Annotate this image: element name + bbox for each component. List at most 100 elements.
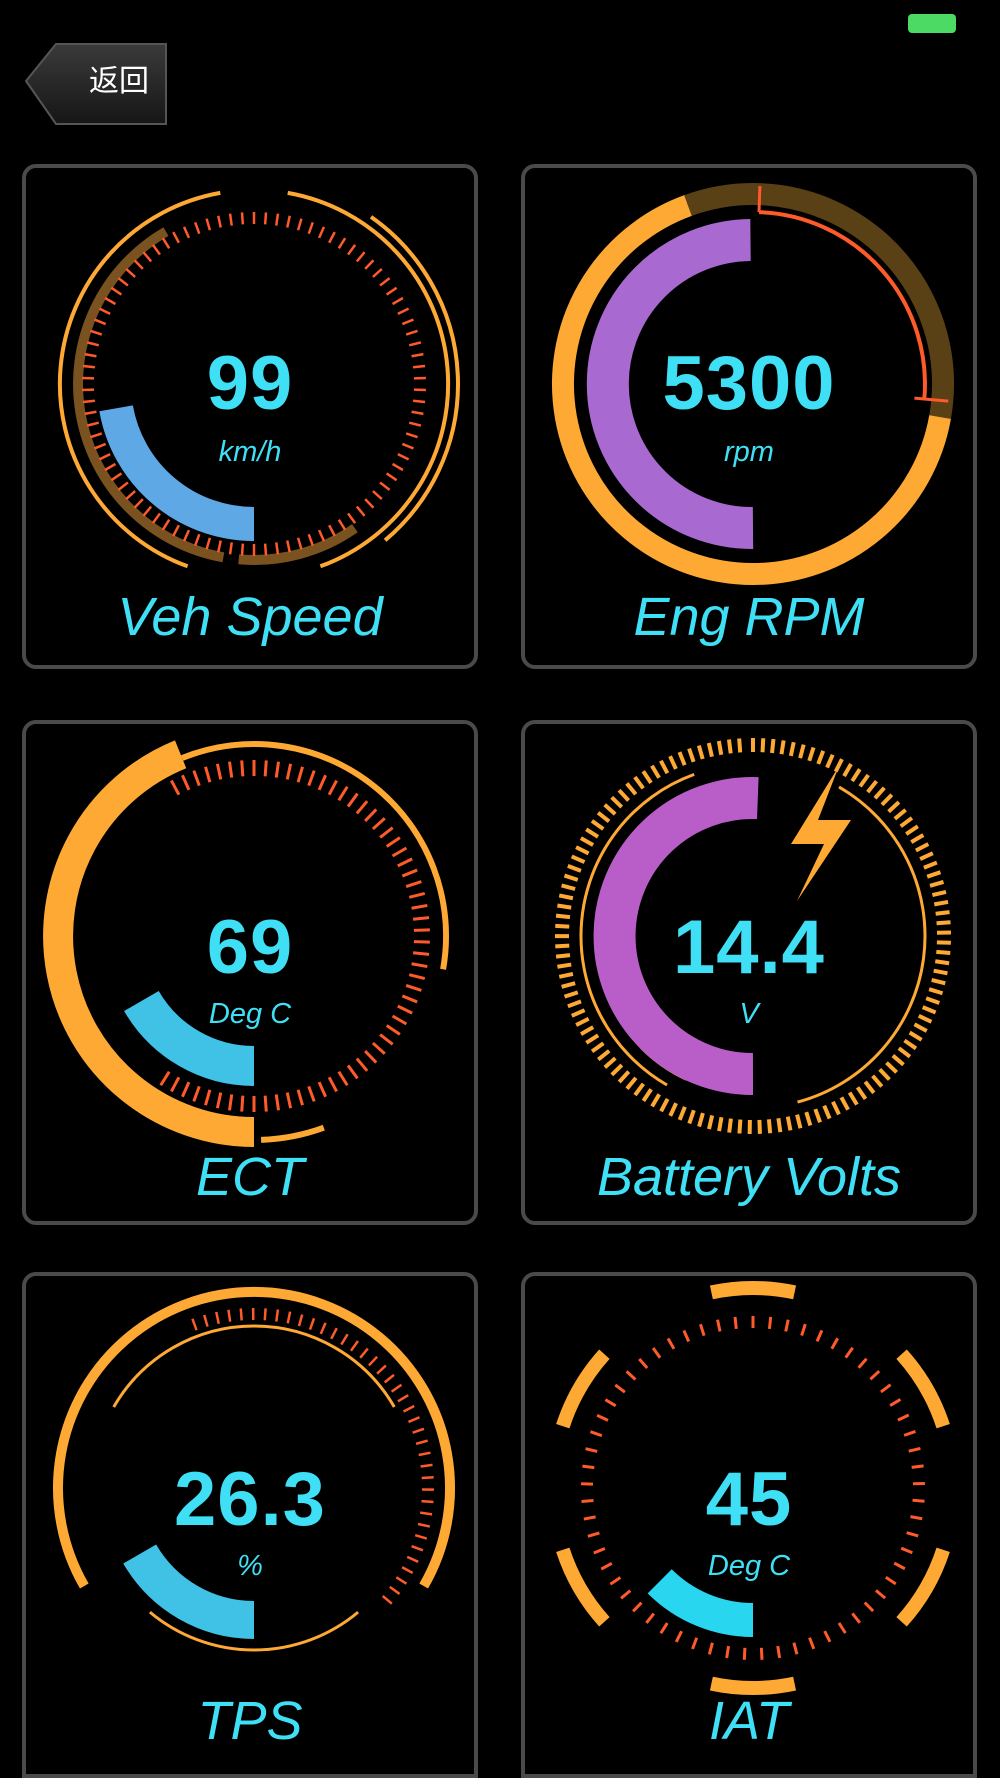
tick-mark bbox=[899, 816, 914, 828]
tick-mark bbox=[296, 218, 303, 231]
gauge-unit: rpm bbox=[724, 436, 774, 468]
gauge-card-battery-volts[interactable]: 14.4 V Battery Volts bbox=[521, 720, 977, 1225]
tick-mark bbox=[737, 738, 743, 753]
tick-mark bbox=[372, 490, 383, 501]
tick-mark bbox=[733, 1316, 738, 1330]
tick-mark bbox=[668, 755, 678, 770]
tick-mark bbox=[117, 277, 129, 287]
gauge-unit: % bbox=[237, 1550, 263, 1582]
tick-mark bbox=[204, 1089, 212, 1106]
tick-mark bbox=[385, 836, 401, 848]
tick-mark bbox=[850, 768, 862, 783]
tick-mark bbox=[696, 744, 705, 760]
tick-mark bbox=[172, 524, 180, 537]
tick-mark bbox=[575, 845, 590, 856]
tick-mark bbox=[405, 329, 418, 336]
tick-mark bbox=[697, 1112, 705, 1128]
tick-mark bbox=[682, 1329, 691, 1343]
tick-mark bbox=[815, 1329, 824, 1342]
tick-mark bbox=[371, 1041, 386, 1055]
tick-mark bbox=[286, 540, 291, 553]
tick-mark bbox=[355, 1057, 369, 1072]
tick-mark bbox=[385, 286, 398, 296]
tick-mark bbox=[340, 1333, 349, 1346]
tick-mark bbox=[161, 519, 171, 531]
tick-mark bbox=[614, 1383, 626, 1394]
tick-mark bbox=[633, 775, 645, 790]
tick-mark bbox=[402, 1404, 415, 1413]
tick-mark bbox=[275, 213, 280, 226]
tick-mark bbox=[307, 1085, 316, 1102]
tick-mark bbox=[831, 1100, 841, 1116]
tick-mark bbox=[558, 893, 574, 901]
tick-mark bbox=[328, 524, 336, 537]
tick-mark bbox=[897, 1046, 912, 1059]
tick-mark bbox=[217, 540, 222, 553]
tick-mark bbox=[415, 1439, 428, 1445]
tick-mark bbox=[887, 800, 901, 814]
tick-mark bbox=[263, 212, 268, 225]
tick-mark bbox=[908, 1030, 923, 1042]
tick-mark bbox=[379, 481, 391, 491]
gauge-value: 69 bbox=[206, 905, 294, 990]
tick-mark bbox=[364, 498, 375, 509]
dashboard-screen: 返回 99 km/h Veh Speed 5300 rpm Eng RPM 69… bbox=[0, 0, 1000, 1778]
gauge-card-veh-speed[interactable]: 99 km/h Veh Speed bbox=[22, 164, 478, 669]
tick-mark bbox=[822, 1104, 832, 1120]
tick-mark bbox=[633, 1082, 645, 1097]
tick-mark bbox=[677, 751, 687, 766]
tick-mark bbox=[659, 759, 670, 775]
gauge-card-ect[interactable]: 69 Deg C ECT bbox=[22, 720, 478, 1225]
lightning-bolt-icon bbox=[791, 766, 851, 901]
tick-mark bbox=[263, 1095, 268, 1112]
tick-mark bbox=[687, 1109, 696, 1125]
tick-mark bbox=[617, 788, 631, 802]
tick-mark bbox=[785, 1116, 793, 1131]
tick-mark bbox=[240, 212, 245, 225]
tick-mark bbox=[263, 1308, 267, 1321]
gauge-title: ECT bbox=[196, 1147, 304, 1207]
tick-mark bbox=[659, 1622, 669, 1635]
tick-mark bbox=[228, 542, 233, 555]
tick-mark bbox=[240, 543, 245, 556]
tick-mark bbox=[650, 1093, 661, 1108]
tick-mark bbox=[182, 529, 191, 542]
tick-mark bbox=[858, 773, 870, 788]
tick-mark bbox=[355, 251, 366, 263]
gauge-card-tps[interactable]: 26.3 % TPS bbox=[22, 1272, 478, 1778]
tick-mark bbox=[603, 1056, 617, 1069]
tick-mark bbox=[589, 1430, 603, 1438]
gauge-unit: km/h bbox=[218, 436, 282, 468]
tick-mark bbox=[903, 1430, 916, 1437]
tick-mark bbox=[638, 1357, 649, 1369]
tick-mark bbox=[391, 846, 408, 858]
tick-mark bbox=[590, 1041, 605, 1053]
tick-mark bbox=[716, 1319, 722, 1332]
tick-mark bbox=[125, 267, 136, 278]
tick-mark bbox=[383, 1373, 395, 1384]
gauge-card-eng-rpm[interactable]: 5300 rpm Eng RPM bbox=[521, 164, 977, 669]
tick-mark bbox=[327, 779, 338, 796]
tick-mark bbox=[263, 543, 268, 556]
frame-notch bbox=[709, 1281, 797, 1300]
tick-mark bbox=[590, 819, 605, 831]
tick-mark bbox=[379, 1033, 394, 1046]
tick-mark bbox=[597, 1049, 611, 1062]
tick-mark bbox=[217, 215, 222, 228]
tick-mark bbox=[919, 851, 934, 861]
gauge-card-iat[interactable]: 45 Deg C IAT bbox=[521, 1272, 977, 1778]
frame-notch bbox=[709, 1676, 797, 1695]
tick-mark bbox=[215, 1311, 220, 1324]
tick-mark bbox=[788, 741, 796, 757]
tick-mark bbox=[779, 740, 786, 755]
tick-mark bbox=[359, 1347, 369, 1359]
tick-mark bbox=[275, 1309, 280, 1322]
tick-mark bbox=[903, 1038, 918, 1051]
tick-mark bbox=[908, 1446, 921, 1453]
tick-mark bbox=[355, 800, 369, 815]
tick-mark bbox=[263, 760, 268, 777]
tick-mark bbox=[296, 537, 303, 550]
back-button[interactable]: 返回 bbox=[24, 40, 170, 128]
tick-mark bbox=[641, 770, 653, 784]
tick-mark bbox=[192, 1085, 201, 1102]
